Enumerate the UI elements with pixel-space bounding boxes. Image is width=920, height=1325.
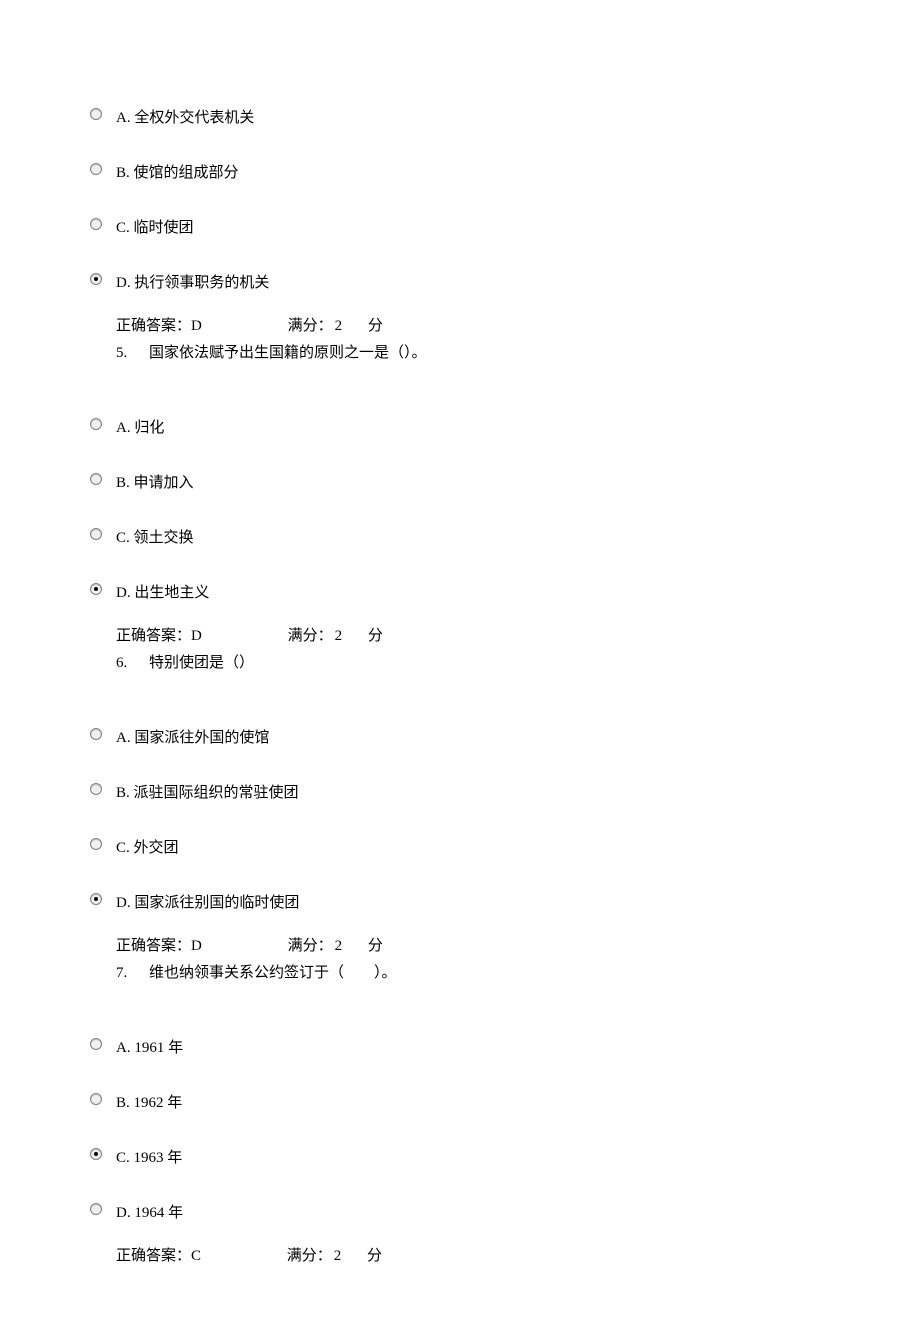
radio-unselected-icon[interactable] [90, 783, 102, 795]
radio-unselected-icon[interactable] [90, 418, 102, 430]
option-row[interactable]: D. 1964 年 [90, 1195, 830, 1222]
correct-answer: 正确答案：C [116, 1244, 201, 1265]
answer-line: 正确答案：C 满分：2 分 [90, 1244, 830, 1265]
option-label: B. 申请加入 [116, 465, 194, 492]
score-label: 满分： [288, 624, 333, 645]
question-number: 6. [116, 655, 127, 672]
score-value: 2 [335, 628, 343, 645]
radio-unselected-icon[interactable] [90, 528, 102, 540]
option-label: A. 国家派往外国的使馆 [116, 720, 269, 747]
option-row[interactable]: B. 1962 年 [90, 1085, 830, 1112]
score-value: 2 [334, 1248, 342, 1265]
question-text: 特别使团是（） [149, 651, 254, 672]
question-line: 7. 维也纳领事关系公约签订于（ ）。 [90, 961, 830, 982]
question-number: 5. [116, 345, 127, 362]
radio-unselected-icon[interactable] [90, 1038, 102, 1050]
question-text: 维也纳领事关系公约签订于（ ）。 [149, 961, 397, 982]
option-row[interactable]: C. 领土交换 [90, 520, 830, 547]
option-label: C. 临时使团 [116, 210, 194, 237]
option-label: D. 1964 年 [116, 1195, 183, 1222]
radio-unselected-icon[interactable] [90, 728, 102, 740]
radio-selected-icon[interactable] [90, 273, 102, 285]
option-label: C. 领土交换 [116, 520, 194, 547]
option-row[interactable]: D. 执行领事职务的机关 [90, 265, 830, 292]
option-label: D. 国家派往别国的临时使团 [116, 885, 299, 912]
option-row[interactable]: C. 1963 年 [90, 1140, 830, 1167]
score-value: 2 [335, 938, 343, 955]
option-row[interactable]: D. 国家派往别国的临时使团 [90, 885, 830, 912]
radio-unselected-icon[interactable] [90, 473, 102, 485]
correct-answer: 正确答案：D [116, 314, 202, 335]
radio-selected-icon[interactable] [90, 893, 102, 905]
option-label: C. 外交团 [116, 830, 179, 857]
radio-unselected-icon[interactable] [90, 108, 102, 120]
correct-answer: 正确答案：D [116, 934, 202, 955]
option-label: B. 派驻国际组织的常驻使团 [116, 775, 299, 802]
radio-unselected-icon[interactable] [90, 1203, 102, 1215]
option-label: A. 归化 [116, 410, 164, 437]
option-row[interactable]: A. 国家派往外国的使馆 [90, 720, 830, 747]
score-label: 满分： [288, 934, 333, 955]
score-value: 2 [335, 318, 343, 335]
option-row[interactable]: D. 出生地主义 [90, 575, 830, 602]
answer-line: 正确答案：D 满分：2 分 [90, 314, 830, 335]
score-unit: 分 [368, 314, 383, 335]
radio-selected-icon[interactable] [90, 1148, 102, 1160]
option-label: B. 使馆的组成部分 [116, 155, 239, 182]
question-line: 5. 国家依法赋予出生国籍的原则之一是（）。 [90, 341, 830, 362]
option-row[interactable]: C. 外交团 [90, 830, 830, 857]
option-row[interactable]: B. 使馆的组成部分 [90, 155, 830, 182]
radio-unselected-icon[interactable] [90, 838, 102, 850]
answer-line: 正确答案：D 满分：2 分 [90, 934, 830, 955]
option-row[interactable]: A. 1961 年 [90, 1030, 830, 1057]
option-label: C. 1963 年 [116, 1140, 182, 1167]
score-label: 满分： [288, 314, 333, 335]
answer-line: 正确答案：D 满分：2 分 [90, 624, 830, 645]
question-line: 6. 特别使团是（） [90, 651, 830, 672]
radio-unselected-icon[interactable] [90, 1093, 102, 1105]
score-label: 满分： [287, 1244, 332, 1265]
option-row[interactable]: A. 全权外交代表机关 [90, 100, 830, 127]
option-row[interactable]: B. 派驻国际组织的常驻使团 [90, 775, 830, 802]
score-unit: 分 [368, 624, 383, 645]
option-label: D. 执行领事职务的机关 [116, 265, 269, 292]
option-label: A. 全权外交代表机关 [116, 100, 254, 127]
option-label: D. 出生地主义 [116, 575, 209, 602]
option-row[interactable]: A. 归化 [90, 410, 830, 437]
option-row[interactable]: B. 申请加入 [90, 465, 830, 492]
correct-answer: 正确答案：D [116, 624, 202, 645]
option-row[interactable]: C. 临时使团 [90, 210, 830, 237]
option-label: A. 1961 年 [116, 1030, 183, 1057]
radio-selected-icon[interactable] [90, 583, 102, 595]
score-unit: 分 [367, 1244, 382, 1265]
radio-unselected-icon[interactable] [90, 218, 102, 230]
option-label: B. 1962 年 [116, 1085, 182, 1112]
radio-unselected-icon[interactable] [90, 163, 102, 175]
question-number: 7. [116, 965, 127, 982]
question-text: 国家依法赋予出生国籍的原则之一是（）。 [149, 341, 427, 362]
score-unit: 分 [368, 934, 383, 955]
